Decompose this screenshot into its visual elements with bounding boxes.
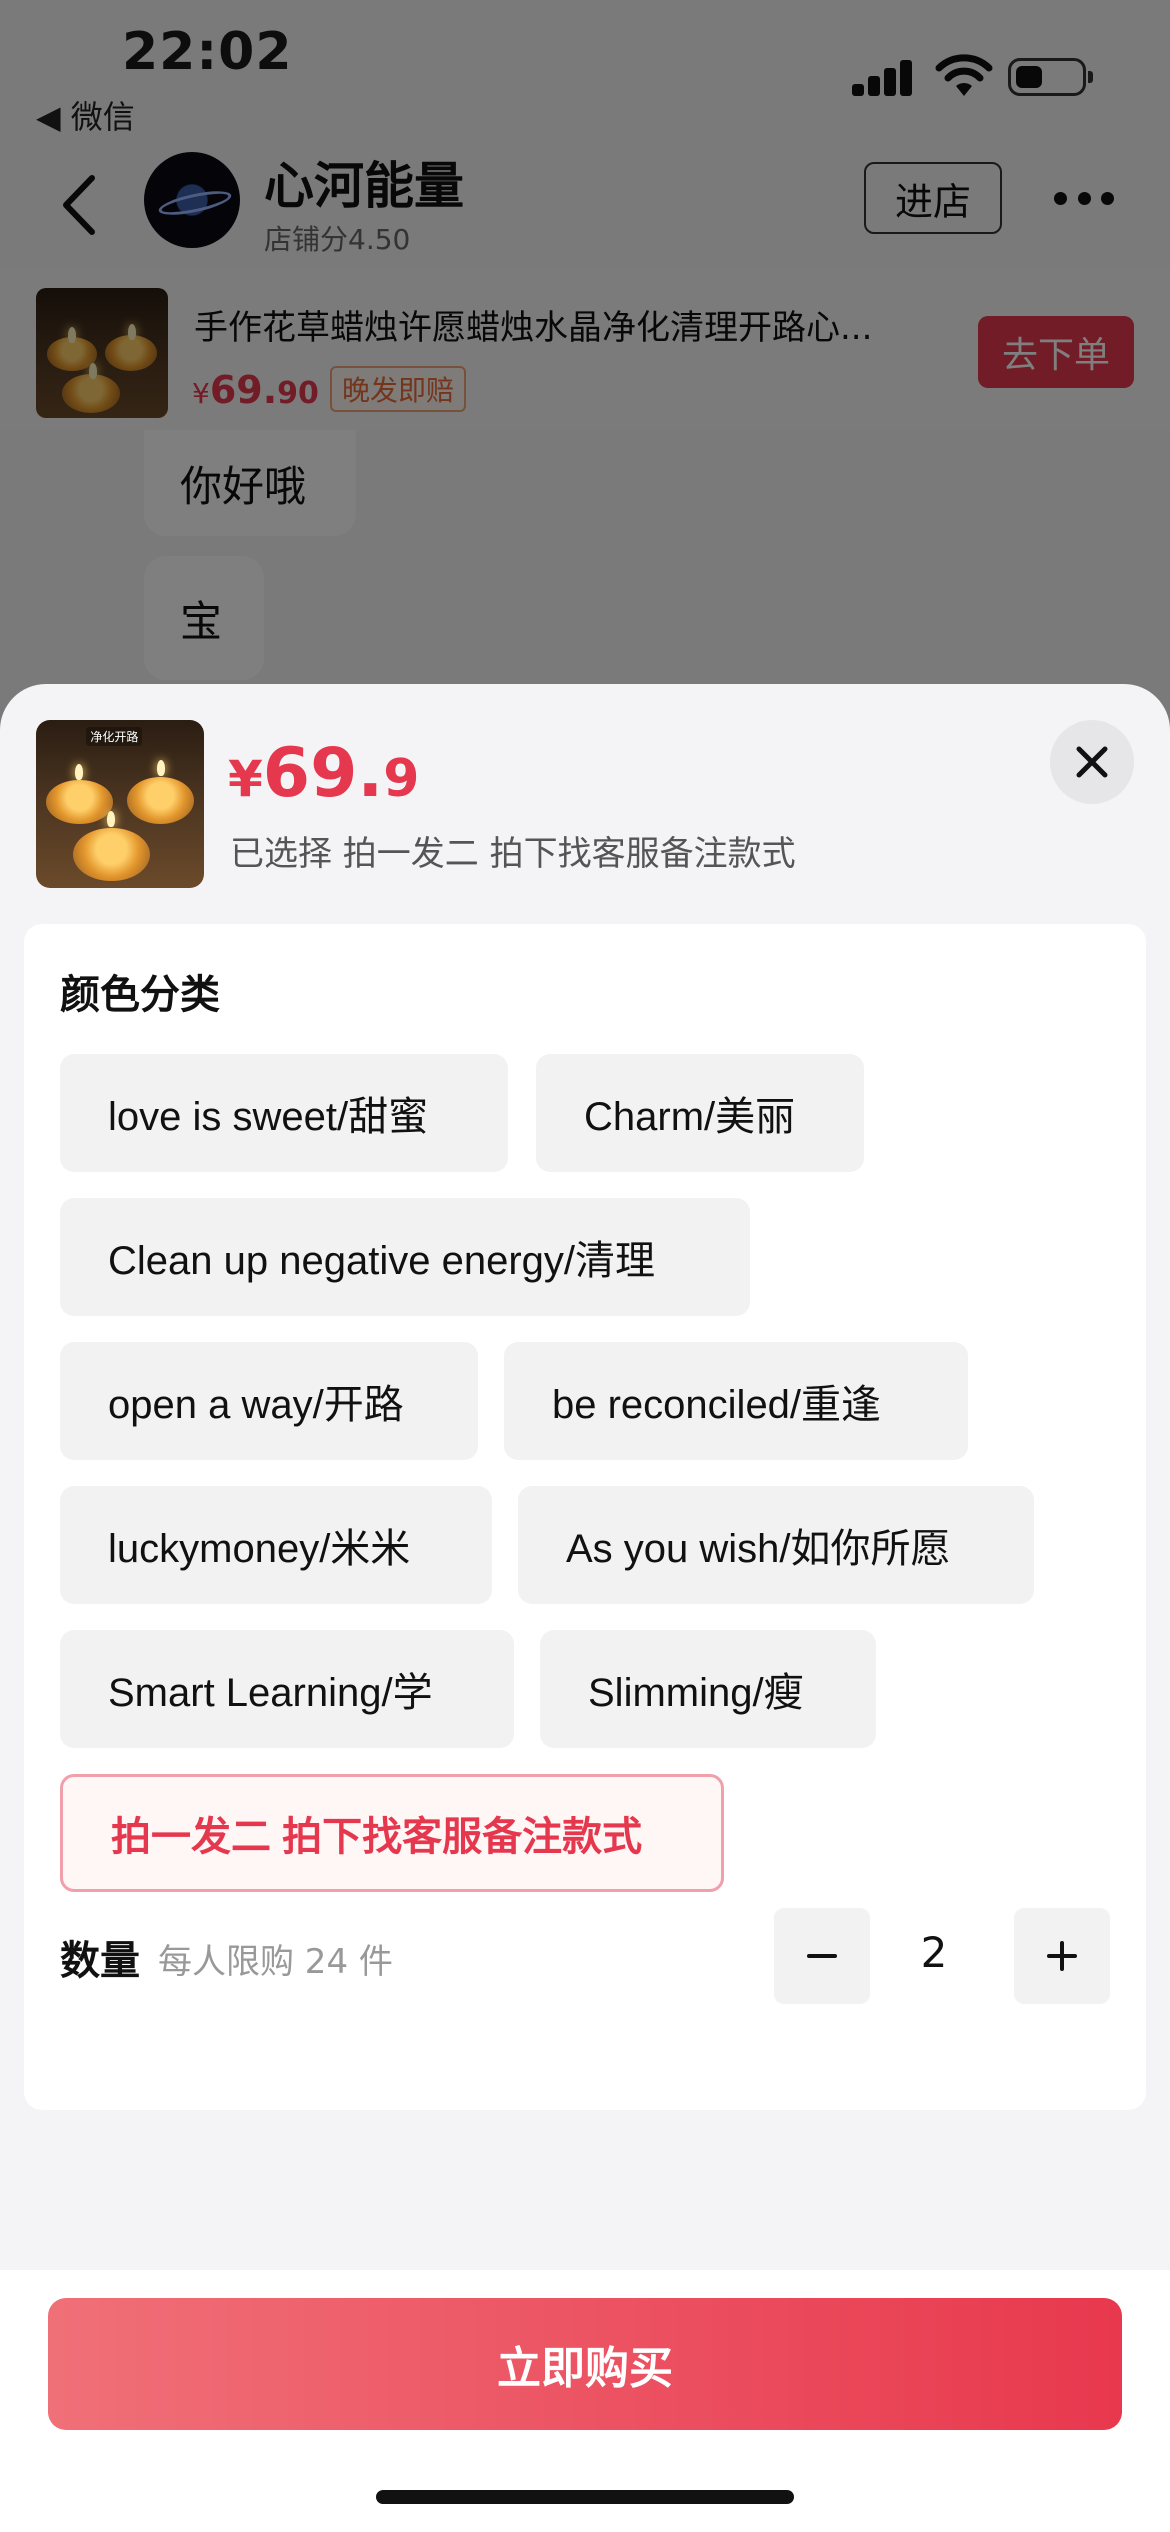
- minus-icon: [807, 1954, 837, 1958]
- quantity-limit-text: 每人限购 24 件: [158, 1942, 393, 1982]
- sku-option[interactable]: luckymoney/米米: [60, 1486, 492, 1604]
- buy-now-button[interactable]: 立即购买: [48, 2298, 1122, 2430]
- quantity-label: 数量: [60, 1938, 140, 1984]
- quantity-decrease-button[interactable]: [774, 1908, 870, 2004]
- sku-selection-sheet: 净化开路 ¥69.9 已选择 拍一发二 拍下找客服备注款式 颜色分类 love …: [0, 684, 1170, 2532]
- sku-option-selected[interactable]: 拍一发二 拍下找客服备注款式: [60, 1774, 724, 1892]
- close-icon: [1076, 746, 1108, 778]
- close-button[interactable]: [1050, 720, 1134, 804]
- sku-option[interactable]: love is sweet/甜蜜: [60, 1054, 508, 1172]
- sku-option[interactable]: open a way/开路: [60, 1342, 478, 1460]
- quantity-value[interactable]: 2: [894, 1928, 974, 1977]
- plus-icon: [1047, 1941, 1077, 1971]
- sku-option[interactable]: Charm/美丽: [536, 1054, 864, 1172]
- selected-sku-text: 已选择 拍一发二 拍下找客服备注款式: [230, 834, 796, 874]
- color-category-title: 颜色分类: [60, 972, 220, 1018]
- home-indicator[interactable]: [376, 2490, 794, 2504]
- sku-option[interactable]: be reconciled/重逢: [504, 1342, 968, 1460]
- sku-option[interactable]: Slimming/瘦: [540, 1630, 876, 1748]
- sku-option[interactable]: As you wish/如你所愿: [518, 1486, 1034, 1604]
- sku-price: ¥69.9: [228, 734, 420, 813]
- quantity-increase-button[interactable]: [1014, 1908, 1110, 2004]
- footer-bar: 立即购买: [0, 2270, 1170, 2532]
- sku-product-thumbnail[interactable]: 净化开路: [36, 720, 204, 888]
- sku-option[interactable]: Clean up negative energy/清理: [60, 1198, 750, 1316]
- options-card: 颜色分类 love is sweet/甜蜜 Charm/美丽 Clean up …: [24, 924, 1146, 2110]
- sku-option[interactable]: Smart Learning/学: [60, 1630, 514, 1748]
